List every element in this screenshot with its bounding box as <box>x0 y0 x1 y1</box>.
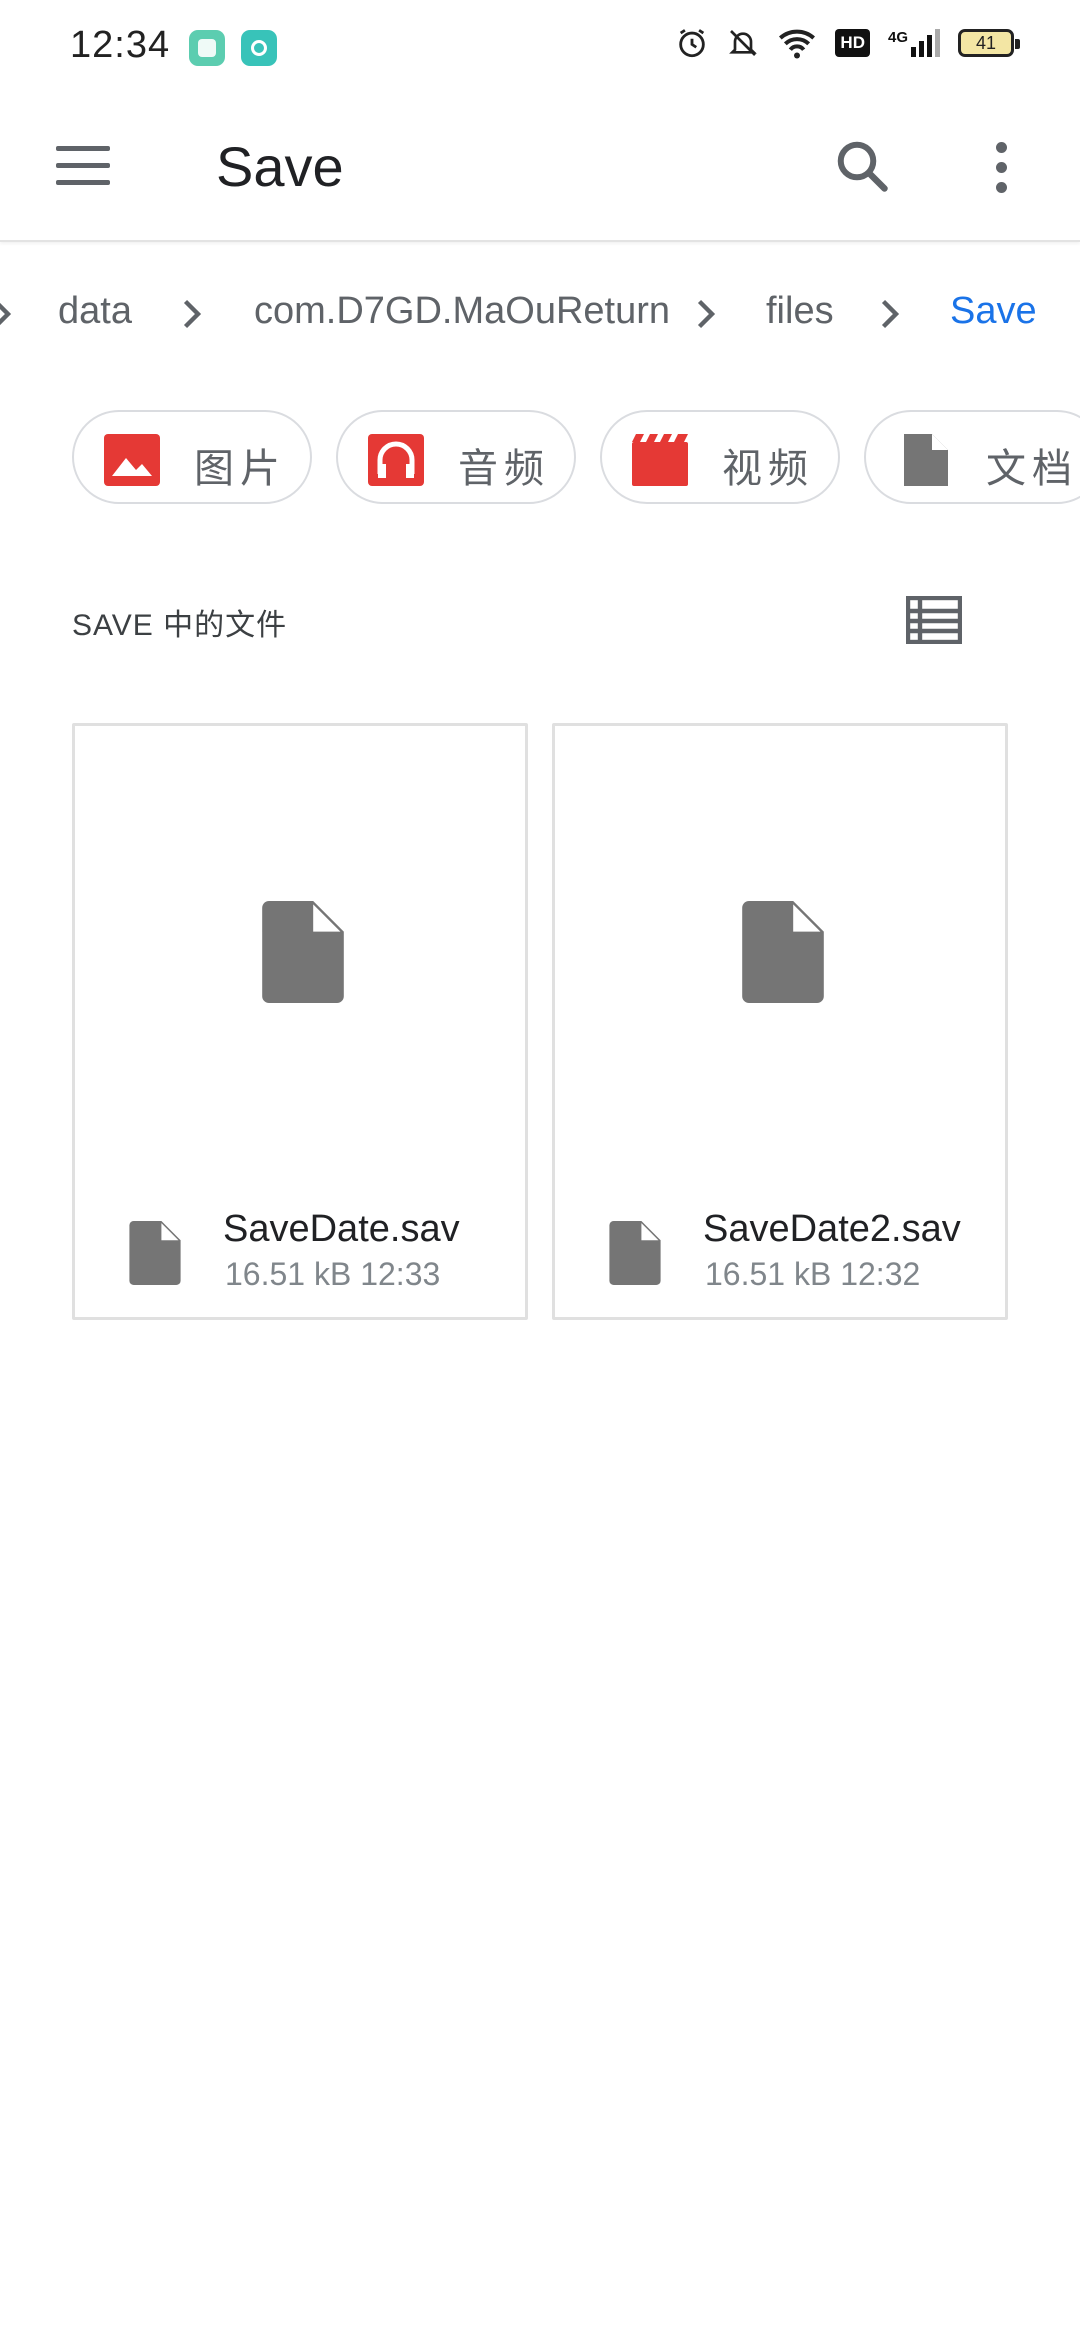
4g-signal-icon: 4G <box>888 29 940 57</box>
breadcrumb-item-data[interactable]: data <box>58 290 132 333</box>
movie-icon <box>632 434 688 486</box>
breadcrumb: data com.D7GD.MaOuReturn files Save <box>0 278 1080 350</box>
image-icon <box>104 434 160 486</box>
breadcrumb-item-current[interactable]: Save <box>950 290 1037 333</box>
battery-icon: 41 <box>958 29 1020 57</box>
file-meta: 16.51 kB 12:33 <box>225 1256 441 1292</box>
chevron-right-icon <box>0 302 12 326</box>
chip-label: 视频 <box>722 447 814 491</box>
breadcrumb-item-package[interactable]: com.D7GD.MaOuReturn <box>254 290 670 333</box>
file-name: SaveDate.sav <box>223 1208 460 1250</box>
chip-audio[interactable]: 音频 <box>336 410 576 504</box>
file-thumbnail-icon <box>742 901 824 1003</box>
status-bar: 12:34 HD 4G 41 <box>0 0 1080 96</box>
chip-label: 图片 <box>194 447 286 491</box>
alarm-icon <box>679 29 706 58</box>
menu-button[interactable] <box>54 142 114 190</box>
list-view-icon[interactable] <box>906 596 962 644</box>
file-meta: 16.51 kB 12:32 <box>705 1256 921 1292</box>
mute-icon <box>729 30 758 56</box>
app-notification-icon-2 <box>241 30 277 66</box>
chip-images[interactable]: 图片 <box>72 410 312 504</box>
status-icons: HD 4G 41 <box>675 26 1020 60</box>
chevron-right-icon <box>697 299 716 329</box>
search-icon[interactable] <box>832 136 892 196</box>
chip-label: 音频 <box>458 447 550 491</box>
breadcrumb-item-files[interactable]: files <box>766 290 834 333</box>
chevron-right-icon <box>183 299 202 329</box>
document-icon <box>904 434 948 486</box>
app-bar: Save <box>0 96 1080 242</box>
wifi-icon <box>779 29 816 59</box>
file-name: SaveDate2.sav <box>703 1208 961 1250</box>
chevron-right-icon <box>881 299 900 329</box>
file-type-icon <box>609 1221 661 1285</box>
section-title: SAVE 中的文件 <box>72 609 288 642</box>
more-options-button[interactable] <box>982 140 1022 196</box>
chip-video[interactable]: 视频 <box>600 410 840 504</box>
file-card[interactable]: SaveDate2.sav 16.51 kB 12:32 <box>552 723 1008 1320</box>
file-card[interactable]: SaveDate.sav 16.51 kB 12:33 <box>72 723 528 1320</box>
status-time: 12:34 <box>70 24 171 66</box>
page-title: Save <box>216 135 344 198</box>
app-notification-icon <box>189 30 225 66</box>
file-thumbnail-icon <box>262 901 344 1003</box>
filter-chips: 图片 音频 视频 文档 <box>0 410 1080 506</box>
headphones-icon <box>368 434 424 486</box>
file-type-icon <box>129 1221 181 1285</box>
chip-label: 文档 <box>986 447 1078 491</box>
hd-icon: HD <box>835 29 870 57</box>
chip-documents[interactable]: 文档 <box>864 410 1080 504</box>
